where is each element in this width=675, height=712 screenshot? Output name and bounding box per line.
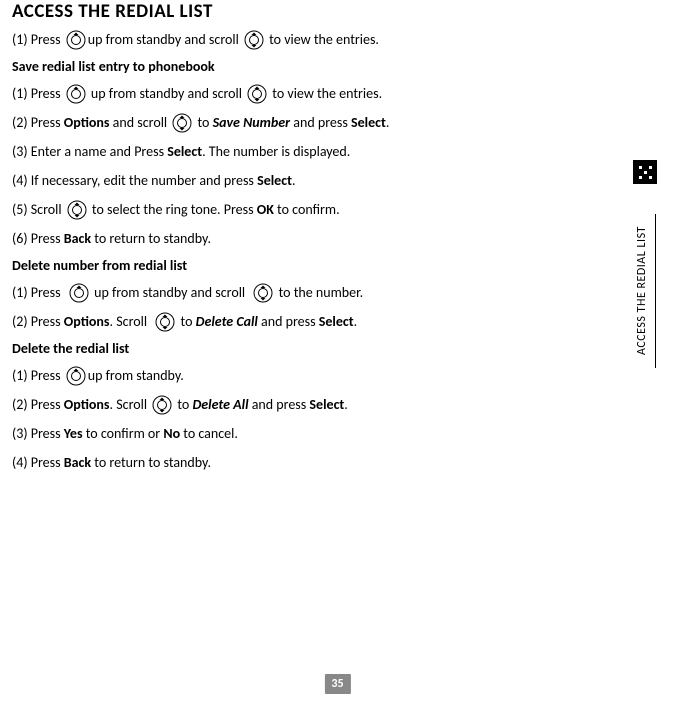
text: . The number is displayed. — [202, 141, 350, 163]
text: (2) Press — [12, 311, 64, 333]
text-bold: Select — [309, 394, 344, 416]
text: (2) Press — [12, 394, 64, 416]
text-bold: Select — [257, 170, 292, 192]
text: (1) Press — [12, 282, 67, 304]
subheading-save: Save redial list entry to phonebook — [12, 58, 635, 75]
instruction-line: (2) Press Options and scroll to Save Num… — [12, 112, 635, 134]
page-number: 35 — [324, 674, 350, 694]
text: to view the entries. — [266, 29, 379, 51]
text: to return to standby. — [91, 452, 211, 474]
text: . Scroll — [110, 311, 154, 333]
text-bold: Back — [64, 228, 91, 250]
text-bold: Options — [64, 112, 110, 134]
thumb-index-icon — [633, 160, 657, 184]
nav-updown-icon — [155, 312, 175, 332]
instruction-line: (1) Press up from standby and scroll to … — [12, 282, 635, 304]
instruction-line: (3) Press Yes to confirm or No to cancel… — [12, 423, 635, 445]
instruction-line: (6) Press Back to return to standby. — [12, 228, 635, 250]
text: up from standby. — [88, 365, 184, 387]
text: to cancel. — [180, 423, 238, 445]
text-bolditalic: Delete Call — [196, 311, 258, 333]
nav-up-icon — [66, 30, 86, 50]
text-bolditalic: Save Number — [213, 112, 291, 134]
text: to — [177, 311, 195, 333]
nav-up-icon — [66, 366, 86, 386]
nav-up-icon — [66, 84, 86, 104]
text: (1) Press — [12, 29, 64, 51]
text-bolditalic: Delete All — [192, 394, 248, 416]
instruction-line: (4) Press Back to return to standby. — [12, 452, 635, 474]
text-bold: No — [163, 423, 180, 445]
instruction-line: (2) Press Options . Scroll to Delete Cal… — [12, 311, 635, 333]
text: (1) Press — [12, 365, 64, 387]
text: . Scroll — [110, 394, 151, 416]
text-bold: Options — [64, 311, 110, 333]
text: and press — [290, 112, 351, 134]
text-bold: Select — [167, 141, 202, 163]
text: (4) Press — [12, 452, 64, 474]
instruction-line: (1) Press up from standby and scroll to … — [12, 83, 635, 105]
text: to view the entries. — [269, 83, 382, 105]
instruction-line: (1) Press up from standby and scroll to … — [12, 29, 635, 51]
text: (4) If necessary, edit the number and pr… — [12, 170, 257, 192]
text: and press — [258, 311, 319, 333]
text-bold: OK — [257, 199, 274, 221]
instruction-line: (4) If necessary, edit the number and pr… — [12, 170, 635, 192]
text: up from standby and scroll — [88, 83, 245, 105]
nav-updown-icon — [172, 113, 192, 133]
text: . — [292, 170, 296, 192]
text-bold: Back — [64, 452, 91, 474]
text: and scroll — [110, 112, 171, 134]
text: to confirm or — [83, 423, 164, 445]
nav-updown-icon — [244, 30, 264, 50]
nav-updown-icon — [253, 283, 273, 303]
text: (5) Scroll — [12, 199, 65, 221]
text: (6) Press — [12, 228, 64, 250]
text: . — [354, 311, 358, 333]
text: (2) Press — [12, 112, 64, 134]
instruction-line: (5) Scroll to select the ring tone. Pres… — [12, 199, 635, 221]
text: (3) Enter a name and Press — [12, 141, 167, 163]
text: (1) Press — [12, 83, 64, 105]
text: and press — [249, 394, 310, 416]
text-bold: Options — [64, 394, 110, 416]
text: (3) Press — [12, 423, 64, 445]
side-tab-label: ACCESS THE REDIAL LIST — [635, 214, 656, 368]
text: to — [194, 112, 212, 134]
text: to select the ring tone. Press — [89, 199, 257, 221]
text: up from standby and scroll — [88, 29, 242, 51]
text: to return to standby. — [91, 228, 211, 250]
page-content: ACCESS THE REDIAL LIST (1) Press up from… — [0, 0, 675, 474]
nav-updown-icon — [247, 84, 267, 104]
instruction-line: (3) Enter a name and Press Select . The … — [12, 141, 635, 163]
text: . — [344, 394, 348, 416]
text-bold: Select — [351, 112, 386, 134]
text-bold: Yes — [64, 423, 83, 445]
text: to — [174, 394, 192, 416]
nav-updown-icon — [152, 395, 172, 415]
text: . — [386, 112, 390, 134]
nav-up-icon — [69, 283, 89, 303]
subheading-delete-number: Delete number from redial list — [12, 257, 635, 274]
instruction-line: (2) Press Options . Scroll to Delete All… — [12, 394, 635, 416]
text: to confirm. — [274, 199, 340, 221]
subheading-delete-list: Delete the redial list — [12, 340, 635, 357]
page-title: ACCESS THE REDIAL LIST — [12, 0, 635, 23]
text: to the number. — [275, 282, 363, 304]
text-bold: Select — [319, 311, 354, 333]
side-tab: ACCESS THE REDIAL LIST — [633, 160, 657, 368]
nav-updown-icon — [67, 200, 87, 220]
instruction-line: (1) Press up from standby. — [12, 365, 635, 387]
text: up from standby and scroll — [91, 282, 252, 304]
